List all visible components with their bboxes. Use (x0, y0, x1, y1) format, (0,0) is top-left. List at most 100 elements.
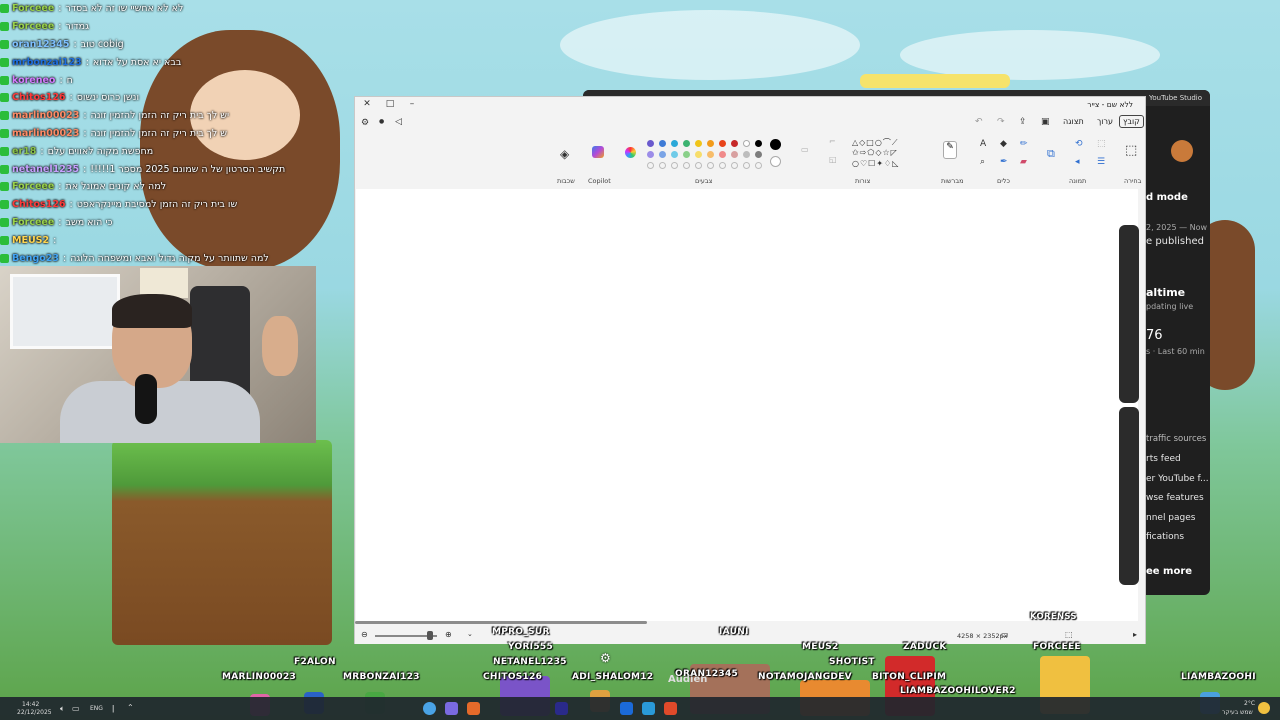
yt-see-more[interactable]: ee more (1146, 566, 1192, 577)
share-file-icon[interactable]: ⇪ (1019, 117, 1027, 127)
dock-panel-top[interactable] (1119, 225, 1139, 403)
avatar[interactable] (1171, 140, 1193, 162)
copilot-icon[interactable] (592, 146, 604, 158)
color-swatch[interactable] (695, 140, 702, 147)
pencil-icon[interactable]: ✏ (1020, 139, 1028, 149)
menu-view[interactable]: תצוגה (1063, 117, 1084, 126)
yt-text[interactable]: fications (1146, 532, 1184, 542)
color-swatch[interactable] (755, 151, 762, 158)
resize-icon[interactable]: ▭ (1001, 630, 1009, 639)
color-swatch[interactable] (719, 140, 726, 147)
color-swatch[interactable] (647, 151, 654, 158)
chevron-up-icon[interactable]: ⌃ (127, 703, 134, 712)
save-icon[interactable]: ▣ (1041, 117, 1050, 127)
color-swatch[interactable] (659, 140, 666, 147)
color-swatch[interactable] (743, 140, 750, 147)
app-icon[interactable] (620, 702, 633, 715)
yt-text[interactable]: nnel pages (1146, 513, 1195, 523)
color-swatch[interactable] (743, 151, 750, 158)
magnifier-icon[interactable]: ⌕ (980, 157, 985, 167)
chat-username[interactable]: Forceee (12, 217, 54, 228)
chat-username[interactable]: netanel1235 (12, 164, 79, 175)
yt-text[interactable]: wse features (1146, 493, 1204, 503)
selection-tool-icon[interactable]: ⬚ (1125, 143, 1137, 158)
color-swatch[interactable] (719, 151, 726, 158)
app-icon[interactable] (555, 702, 568, 715)
close-icon[interactable]: ✕ (360, 99, 374, 109)
color-swatch[interactable] (695, 151, 702, 158)
color-swatch[interactable] (731, 140, 738, 147)
app-icon[interactable] (642, 702, 655, 715)
custom-color-slot[interactable] (659, 162, 666, 169)
settings-icon[interactable]: ⚙ (361, 118, 369, 128)
shape-outline-icon[interactable]: ⌐ (829, 137, 836, 146)
yt-text[interactable]: rts feed (1146, 454, 1181, 464)
chat-username[interactable]: marlin00023 (12, 110, 79, 121)
chat-username[interactable]: er18 (12, 146, 36, 157)
share-icon[interactable]: ◁ (395, 117, 402, 127)
active-color-secondary[interactable] (770, 156, 781, 167)
pointer-icon[interactable]: ▸ (1133, 630, 1137, 639)
custom-color-slot[interactable] (707, 162, 714, 169)
select-rectangle-icon[interactable]: ⬚ (1097, 139, 1106, 149)
weather-text[interactable]: שמש בעיקר (1222, 709, 1253, 716)
undo-icon[interactable]: ↶ (975, 117, 983, 127)
settings-gear-icon[interactable]: ⚙ (600, 651, 611, 665)
chat-username[interactable]: MEUS2 (12, 235, 49, 246)
menu-edit[interactable]: ערוך (1097, 117, 1113, 126)
fill-tool-icon[interactable]: ◆ (1000, 139, 1007, 149)
menu-file[interactable]: קובץ (1119, 115, 1144, 128)
weather-icon[interactable] (1258, 702, 1270, 714)
dock-panel-bottom[interactable] (1119, 407, 1139, 585)
shapes-gallery-icon[interactable]: ✩⇨⬠◇☆◸ (852, 148, 898, 157)
zoom-slider-thumb[interactable] (427, 631, 433, 640)
color-swatch[interactable] (683, 151, 690, 158)
weather-temp[interactable]: 2°C (1244, 700, 1255, 707)
chat-username[interactable]: Forceee (12, 3, 54, 14)
chat-username[interactable]: marlin00023 (12, 128, 79, 139)
chrome-icon[interactable] (423, 702, 436, 715)
custom-color-slot[interactable] (683, 162, 690, 169)
drawing-canvas[interactable] (356, 189, 1138, 621)
chevron-down-icon[interactable]: ⌄ (467, 630, 473, 638)
clock-date[interactable]: 22/12/2025 (17, 709, 52, 716)
chat-username[interactable]: oran12345 (12, 39, 69, 50)
color-picker-icon[interactable]: ✒ (1000, 157, 1008, 167)
chat-username[interactable]: koreneo (12, 75, 55, 86)
custom-color-slot[interactable] (719, 162, 726, 169)
shapes-gallery-icon[interactable]: △◇□○⌒⟋ (852, 137, 898, 148)
custom-color-slot[interactable] (671, 162, 678, 169)
image-crop-icon[interactable]: ⧉ (1047, 147, 1055, 161)
mic-icon[interactable]: ǀ (112, 704, 114, 713)
eraser-icon[interactable]: ▰ (1020, 157, 1027, 167)
color-swatch[interactable] (755, 140, 762, 147)
user-icon[interactable]: ● (379, 118, 384, 125)
zoom-in-icon[interactable]: ⊕ (445, 630, 452, 639)
horizontal-scrollbar[interactable] (355, 621, 647, 624)
color-swatch[interactable] (647, 140, 654, 147)
shapes-gallery-icon[interactable]: ○♡☐✦♢◺ (852, 159, 899, 168)
flip-icon[interactable]: ◂ (1075, 157, 1080, 167)
language-indicator[interactable]: ENG (90, 705, 103, 712)
color-swatch[interactable] (731, 151, 738, 158)
color-swatch[interactable] (671, 151, 678, 158)
brave-icon[interactable] (664, 702, 677, 715)
custom-color-slot[interactable] (647, 162, 654, 169)
app-icon[interactable] (445, 702, 458, 715)
custom-color-slot[interactable] (755, 162, 762, 169)
brush-icon[interactable]: ✎ (943, 141, 957, 159)
color-swatch[interactable] (707, 140, 714, 147)
maximize-icon[interactable]: □ (383, 99, 397, 109)
custom-color-slot[interactable] (743, 162, 750, 169)
chat-username[interactable]: mrbonzai123 (12, 57, 82, 68)
zoom-out-icon[interactable]: ⊖ (361, 630, 368, 639)
network-icon[interactable]: ▭ (72, 704, 80, 713)
chat-username[interactable]: Forceee (12, 21, 54, 32)
chat-username[interactable]: Chitos126 (12, 92, 66, 103)
shape-fill-icon[interactable]: ▭ (801, 145, 809, 154)
custom-color-slot[interactable] (731, 162, 738, 169)
fit-screen-icon[interactable]: ⬚ (1065, 630, 1073, 639)
redo-icon[interactable]: ↷ (997, 117, 1005, 127)
text-tool-icon[interactable]: A (980, 139, 986, 149)
shape-fill-option-icon[interactable]: ◱ (829, 155, 837, 164)
